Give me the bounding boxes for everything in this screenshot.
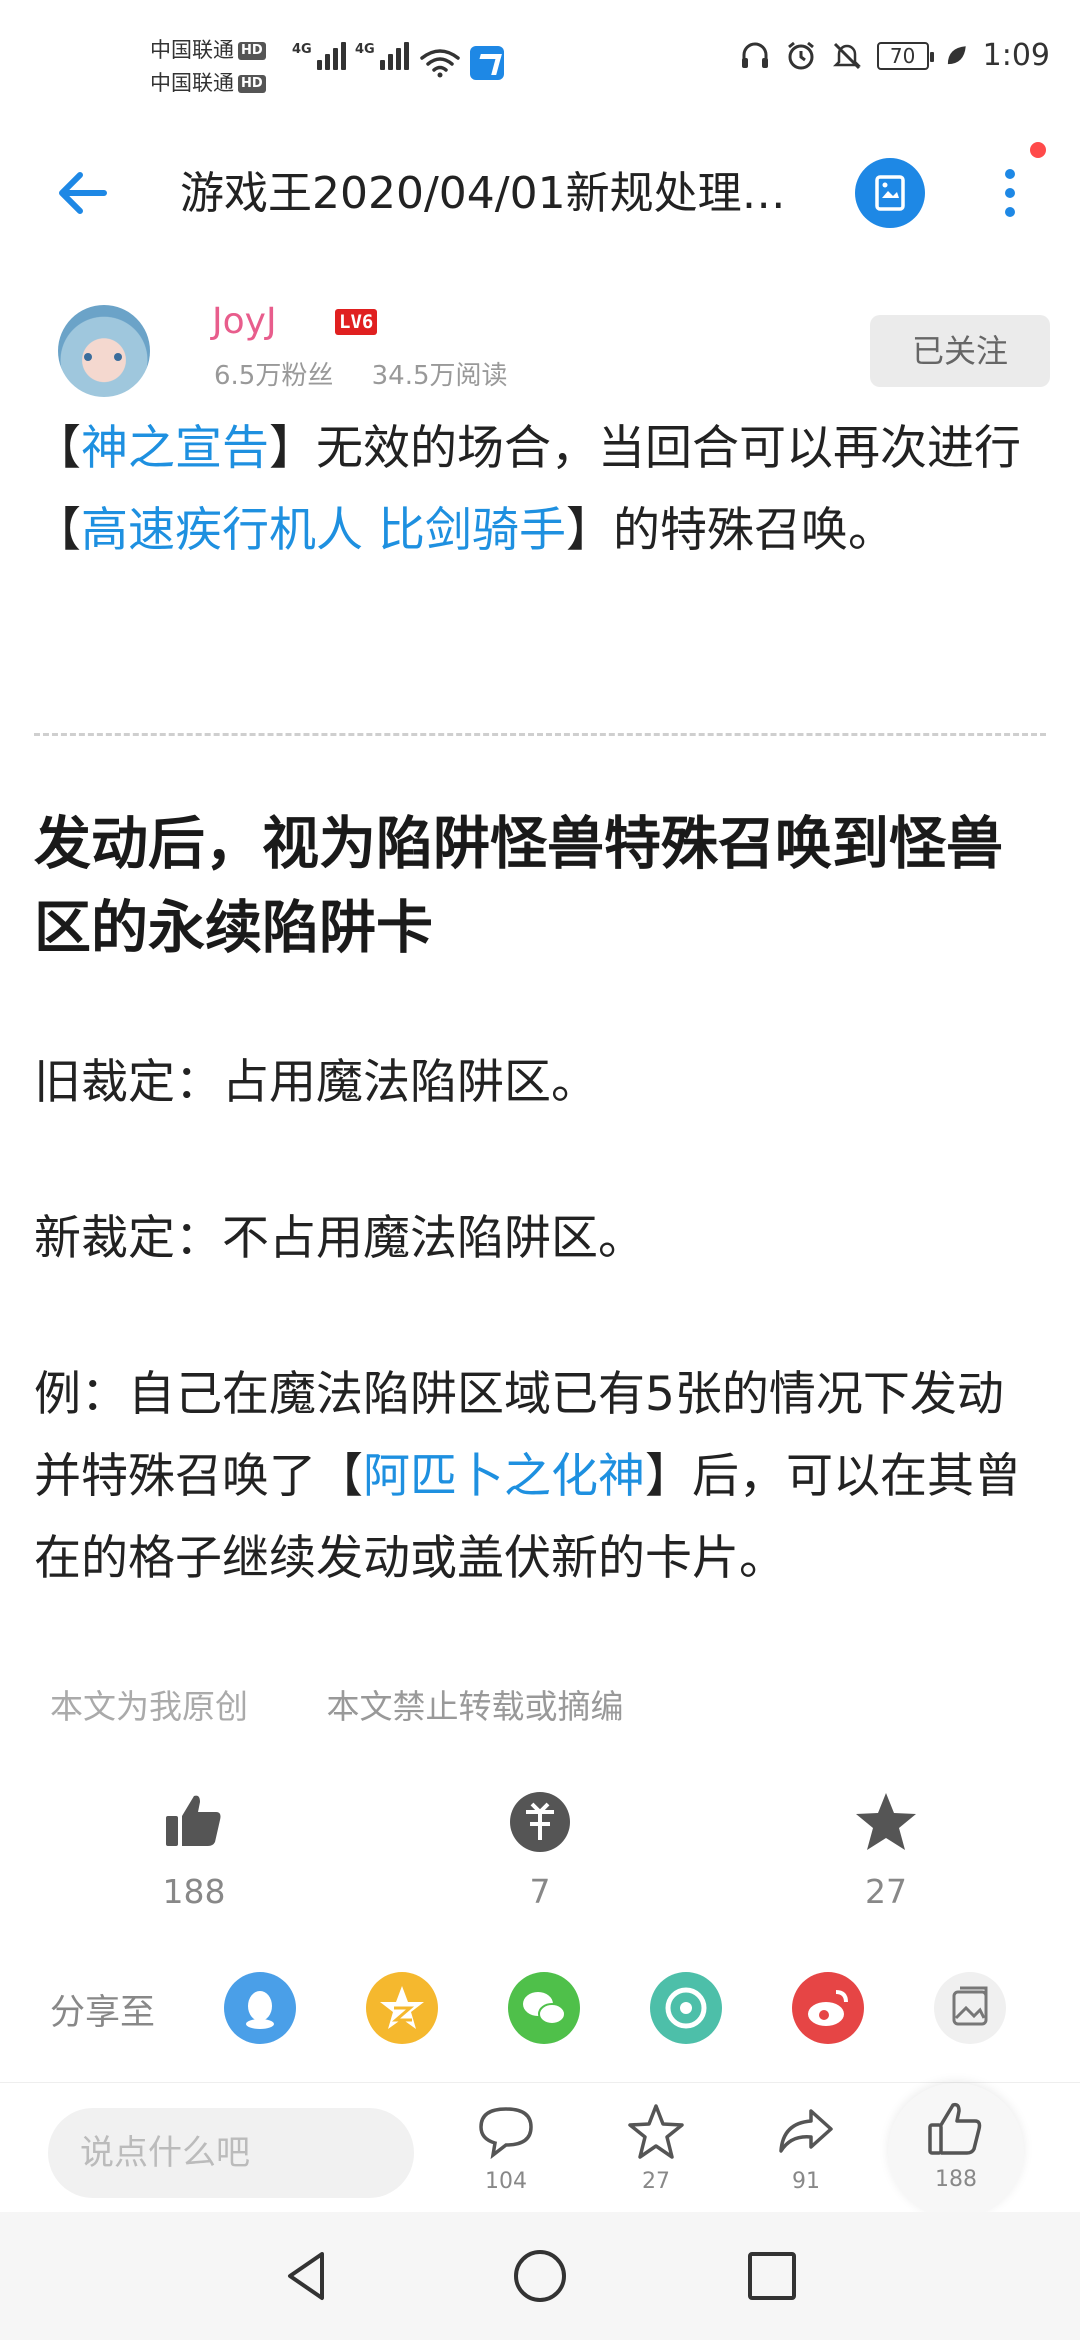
weibo-icon[interactable]	[792, 1972, 864, 2044]
read-count: 34.5万阅读	[371, 361, 508, 391]
notification-dot	[1030, 142, 1046, 158]
carrier-info: 中国联通 HD 中国联通 HD	[150, 34, 266, 100]
author-row: JoyJ LV6 6.5万粉丝 34.5万阅读 已关注	[0, 300, 1080, 410]
article-mode-button[interactable]	[855, 158, 925, 228]
page-title: 游戏王2020/04/01新规处理…	[180, 168, 786, 219]
carrier-2: 中国联通	[150, 71, 234, 95]
example-paragraph: 例：自己在魔法陷阱区域已有5张的情况下发动并特殊召唤了【阿匹卜之化神】后，可以在…	[34, 1354, 1044, 1600]
mute-icon	[832, 42, 861, 69]
like-count: 188	[162, 1872, 226, 1911]
favorite-bar-button[interactable]: 27	[606, 2101, 706, 2194]
nav-recents-icon[interactable]	[742, 2246, 802, 2306]
share-button[interactable]: 91	[756, 2101, 856, 2194]
share-label: 分享至	[50, 1993, 156, 2033]
carrier-1: 中国联通	[150, 38, 234, 62]
like-bar-count: 188	[935, 2167, 977, 2192]
reaction-row: 188 7 27	[0, 1790, 1080, 1920]
app-notification-icon	[470, 46, 504, 80]
signal-icon: 4G	[355, 42, 409, 70]
favorite-count: 27	[865, 1872, 907, 1911]
no-repost-note: 本文禁止转载或摘编	[326, 1687, 624, 1726]
hd-badge-2: HD	[238, 74, 266, 93]
article-notes: 本文为我原创 本文禁止转载或摘编	[50, 1680, 624, 1728]
bracket-text: 【	[34, 421, 81, 476]
wifi-icon	[420, 49, 460, 78]
card-link-apophis[interactable]: 阿匹卜之化神	[363, 1449, 645, 1504]
share-row: 分享至	[0, 1972, 1080, 2048]
author-stats: 6.5万粉丝 34.5万阅读	[214, 358, 508, 394]
like-bar-button[interactable]: 188	[888, 2083, 1024, 2219]
like-button[interactable]: 188	[114, 1790, 274, 1911]
fans-count: 6.5万粉丝	[214, 361, 334, 391]
original-note: 本文为我原创	[50, 1687, 248, 1726]
old-ruling: 旧裁定：占用魔法陷阱区。	[34, 1055, 598, 1110]
clock: 1:09	[982, 38, 1050, 73]
nav-back-icon[interactable]	[278, 2246, 338, 2306]
battery-icon: 70	[876, 41, 934, 70]
share-count: 91	[792, 2169, 820, 2194]
avatar[interactable]	[58, 305, 150, 397]
more-options-button[interactable]	[990, 158, 1030, 228]
coin-icon	[510, 1792, 570, 1852]
qzone-icon[interactable]	[366, 1972, 438, 2044]
wechat-icon[interactable]	[508, 1972, 580, 2044]
favorite-button[interactable]: 27	[806, 1790, 966, 1911]
thumbs-up-outline-icon	[928, 2102, 982, 2155]
comment-input[interactable]	[48, 2108, 414, 2198]
paragraph-text: 】的特殊召唤。	[565, 503, 895, 558]
comment-count: 104	[485, 2169, 527, 2194]
share-arrow-icon	[779, 2109, 833, 2153]
title-bar: 游戏王2020/04/01新规处理…	[0, 128, 1080, 258]
document-icon	[875, 175, 905, 211]
thumbs-up-icon	[166, 1795, 221, 1846]
signal-icon: 4G	[292, 42, 346, 70]
card-link-divine-wrath[interactable]: 神之宣告	[81, 421, 269, 476]
moments-icon[interactable]	[650, 1972, 722, 2044]
leaf-icon	[947, 45, 966, 64]
coin-count: 7	[529, 1872, 551, 1911]
network-type-1: 4G	[292, 42, 312, 57]
battery-level: 70	[889, 43, 916, 68]
divider	[34, 733, 1046, 736]
nav-home-icon[interactable]	[510, 2246, 570, 2306]
system-nav-bar	[0, 2212, 1080, 2340]
hd-badge-1: HD	[238, 41, 266, 60]
status-bar: 中国联通 HD 中国联通 HD 4G 4G 70 1:09	[0, 0, 1080, 128]
comment-icon	[479, 2107, 533, 2160]
headset-icon	[741, 42, 768, 68]
back-button[interactable]	[46, 158, 116, 228]
author-name[interactable]: JoyJ	[212, 300, 277, 344]
share-image-icon[interactable]	[934, 1972, 1006, 2044]
bottom-action-bar: 104 27 91 188	[0, 2082, 1080, 2219]
status-right: 70 1:09	[739, 38, 1050, 73]
card-link-speedroid[interactable]: 高速疾行机人 比剑骑手	[81, 503, 566, 558]
alarm-icon	[787, 41, 814, 69]
back-arrow-icon	[59, 172, 107, 214]
level-badge: LV6	[335, 309, 378, 335]
star-icon	[856, 1793, 916, 1850]
favorite-bar-count: 27	[642, 2169, 670, 2194]
more-vertical-icon	[1005, 169, 1015, 217]
article-paragraph-1: 【神之宣告】无效的场合，当回合可以再次进行【高速疾行机人 比剑骑手】的特殊召唤。	[34, 408, 1044, 572]
network-type-2: 4G	[355, 42, 375, 57]
new-ruling: 新裁定：不占用魔法陷阱区。	[34, 1211, 645, 1266]
follow-button[interactable]: 已关注	[870, 315, 1050, 387]
qq-icon[interactable]	[224, 1972, 296, 2044]
star-outline-icon	[628, 2104, 684, 2159]
comment-button[interactable]: 104	[456, 2101, 556, 2194]
coin-button[interactable]: 7	[460, 1790, 620, 1911]
section-heading: 发动后，视为陷阱怪兽特殊召唤到怪兽区的永续陷阱卡	[34, 811, 1003, 961]
